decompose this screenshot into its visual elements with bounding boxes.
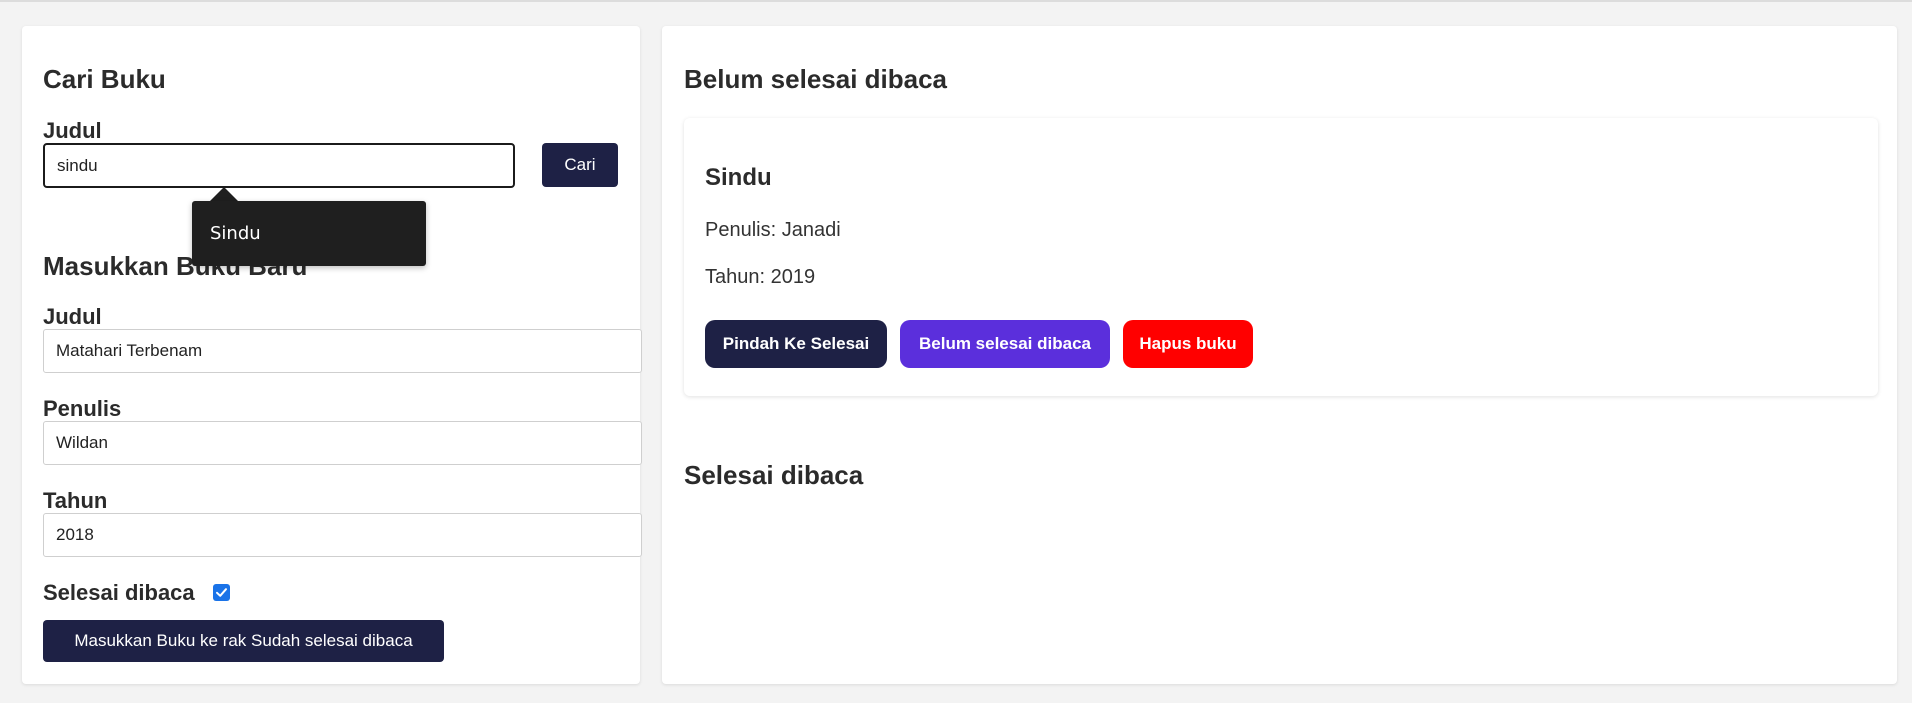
book-year: Tahun: 2019 xyxy=(705,266,816,288)
search-suggestion[interactable]: Sindu xyxy=(192,201,426,266)
author-label: Penulis xyxy=(43,396,122,421)
delete-book-button[interactable]: Hapus buku xyxy=(1123,320,1253,368)
search-title-input[interactable] xyxy=(43,143,515,188)
search-heading: Cari Buku xyxy=(43,64,166,94)
search-button[interactable]: Cari xyxy=(542,143,618,187)
new-title-label: Judul xyxy=(43,304,102,329)
finished-shelf-heading: Selesai dibaca xyxy=(684,460,864,490)
author-input[interactable] xyxy=(43,421,642,465)
search-title-label: Judul xyxy=(43,118,102,143)
book-author: Penulis: Janadi xyxy=(705,219,841,241)
book-title: Sindu xyxy=(705,164,772,191)
unfinished-status-button[interactable]: Belum selesai dibaca xyxy=(900,320,1110,368)
suggestion-arrow xyxy=(210,187,238,201)
unfinished-shelf-heading: Belum selesai dibaca xyxy=(684,64,948,94)
top-border xyxy=(0,0,1912,2)
check-icon xyxy=(216,588,227,597)
finished-label: Selesai dibaca xyxy=(43,580,195,605)
finished-checkbox[interactable] xyxy=(213,584,230,601)
move-to-finished-button[interactable]: Pindah Ke Selesai xyxy=(705,320,887,368)
submit-book-button[interactable]: Masukkan Buku ke rak Sudah selesai dibac… xyxy=(43,620,444,662)
new-title-input[interactable] xyxy=(43,329,642,373)
year-label: Tahun xyxy=(43,488,108,513)
year-input[interactable] xyxy=(43,513,642,557)
